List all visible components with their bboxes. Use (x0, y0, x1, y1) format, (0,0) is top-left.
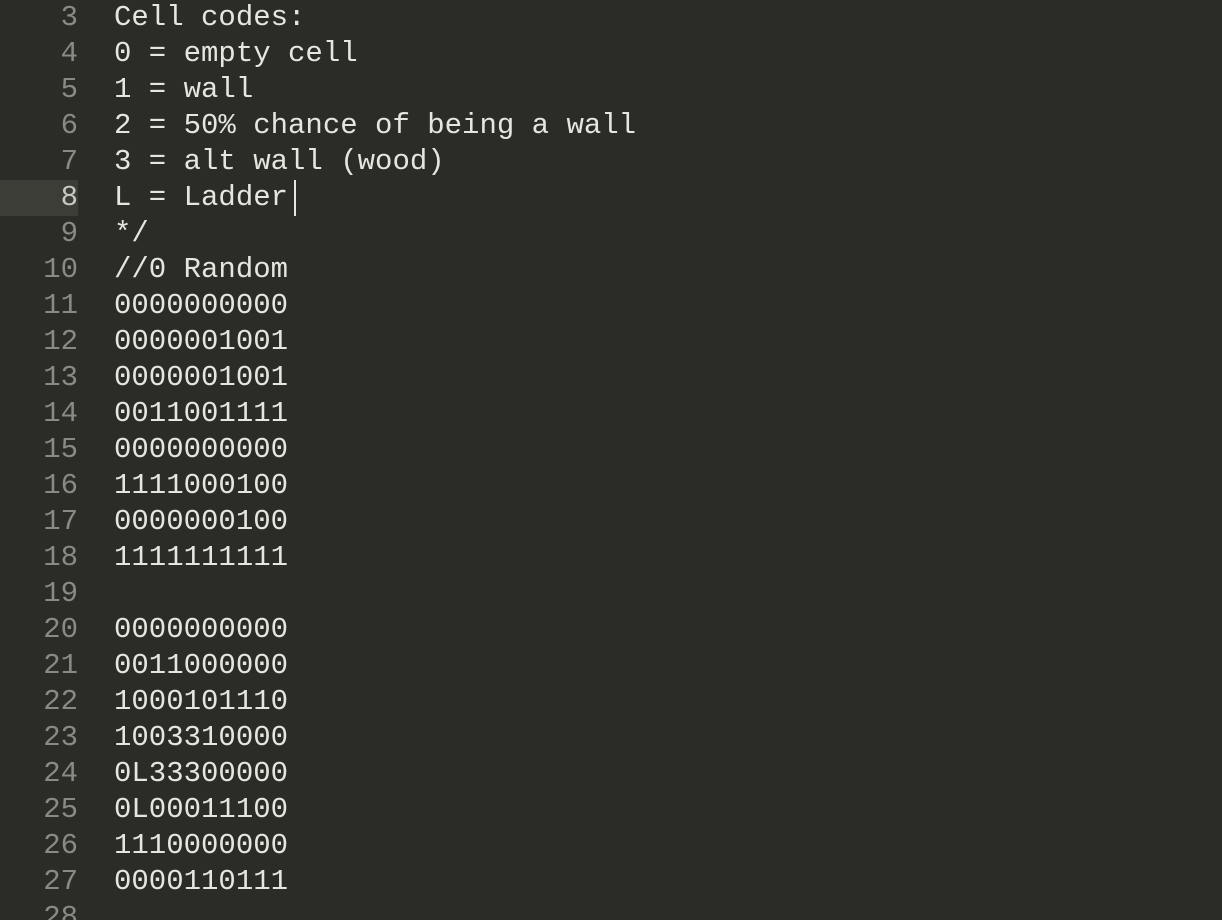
code-line[interactable]: Cell codes: (104, 0, 1222, 36)
code-line[interactable]: 1000101110 (104, 684, 1222, 720)
line-number-gutter: 3456789101112131415161718192021222324252… (0, 0, 104, 920)
code-line[interactable]: 0000000000 (104, 612, 1222, 648)
line-number: 20 (0, 612, 78, 648)
line-number: 25 (0, 792, 78, 828)
code-line[interactable]: 1 = wall (104, 72, 1222, 108)
text-cursor (294, 180, 296, 216)
line-number: 9 (0, 216, 78, 252)
code-line[interactable] (104, 900, 1222, 920)
code-line[interactable]: 0 = empty cell (104, 36, 1222, 72)
code-line[interactable]: 0L00011100 (104, 792, 1222, 828)
code-line[interactable] (104, 576, 1222, 612)
code-editor[interactable]: 3456789101112131415161718192021222324252… (0, 0, 1222, 920)
code-line[interactable]: L = Ladder (104, 180, 1222, 216)
line-number: 5 (0, 72, 78, 108)
code-line[interactable]: 0L33300000 (104, 756, 1222, 792)
line-number: 22 (0, 684, 78, 720)
code-line[interactable]: 0011001111 (104, 396, 1222, 432)
code-line[interactable]: 0011000000 (104, 648, 1222, 684)
line-number: 13 (0, 360, 78, 396)
code-line[interactable]: */ (104, 216, 1222, 252)
line-number: 4 (0, 36, 78, 72)
line-number: 21 (0, 648, 78, 684)
line-number: 23 (0, 720, 78, 756)
line-number: 6 (0, 108, 78, 144)
line-number: 3 (0, 0, 78, 36)
line-number: 12 (0, 324, 78, 360)
line-number: 24 (0, 756, 78, 792)
line-number: 28 (0, 900, 78, 920)
code-line[interactable]: 0000000100 (104, 504, 1222, 540)
code-line[interactable]: 3 = alt wall (wood) (104, 144, 1222, 180)
code-line[interactable]: 0000000000 (104, 432, 1222, 468)
code-line[interactable]: 2 = 50% chance of being a wall (104, 108, 1222, 144)
code-line[interactable]: 1003310000 (104, 720, 1222, 756)
line-number: 14 (0, 396, 78, 432)
code-line[interactable]: 1110000000 (104, 828, 1222, 864)
code-line[interactable]: 0000000000 (104, 288, 1222, 324)
line-number: 26 (0, 828, 78, 864)
code-area[interactable]: Cell codes:0 = empty cell1 = wall2 = 50%… (104, 0, 1222, 920)
line-number: 7 (0, 144, 78, 180)
line-number: 17 (0, 504, 78, 540)
code-line[interactable]: 0000110111 (104, 864, 1222, 900)
line-number: 8 (0, 180, 78, 216)
line-number: 16 (0, 468, 78, 504)
code-line[interactable]: //0 Random (104, 252, 1222, 288)
code-line[interactable]: 1111000100 (104, 468, 1222, 504)
code-line[interactable]: 0000001001 (104, 360, 1222, 396)
line-number: 27 (0, 864, 78, 900)
line-number: 11 (0, 288, 78, 324)
line-number: 10 (0, 252, 78, 288)
code-line[interactable]: 0000001001 (104, 324, 1222, 360)
line-number: 15 (0, 432, 78, 468)
line-number: 18 (0, 540, 78, 576)
line-number: 19 (0, 576, 78, 612)
code-line[interactable]: 1111111111 (104, 540, 1222, 576)
